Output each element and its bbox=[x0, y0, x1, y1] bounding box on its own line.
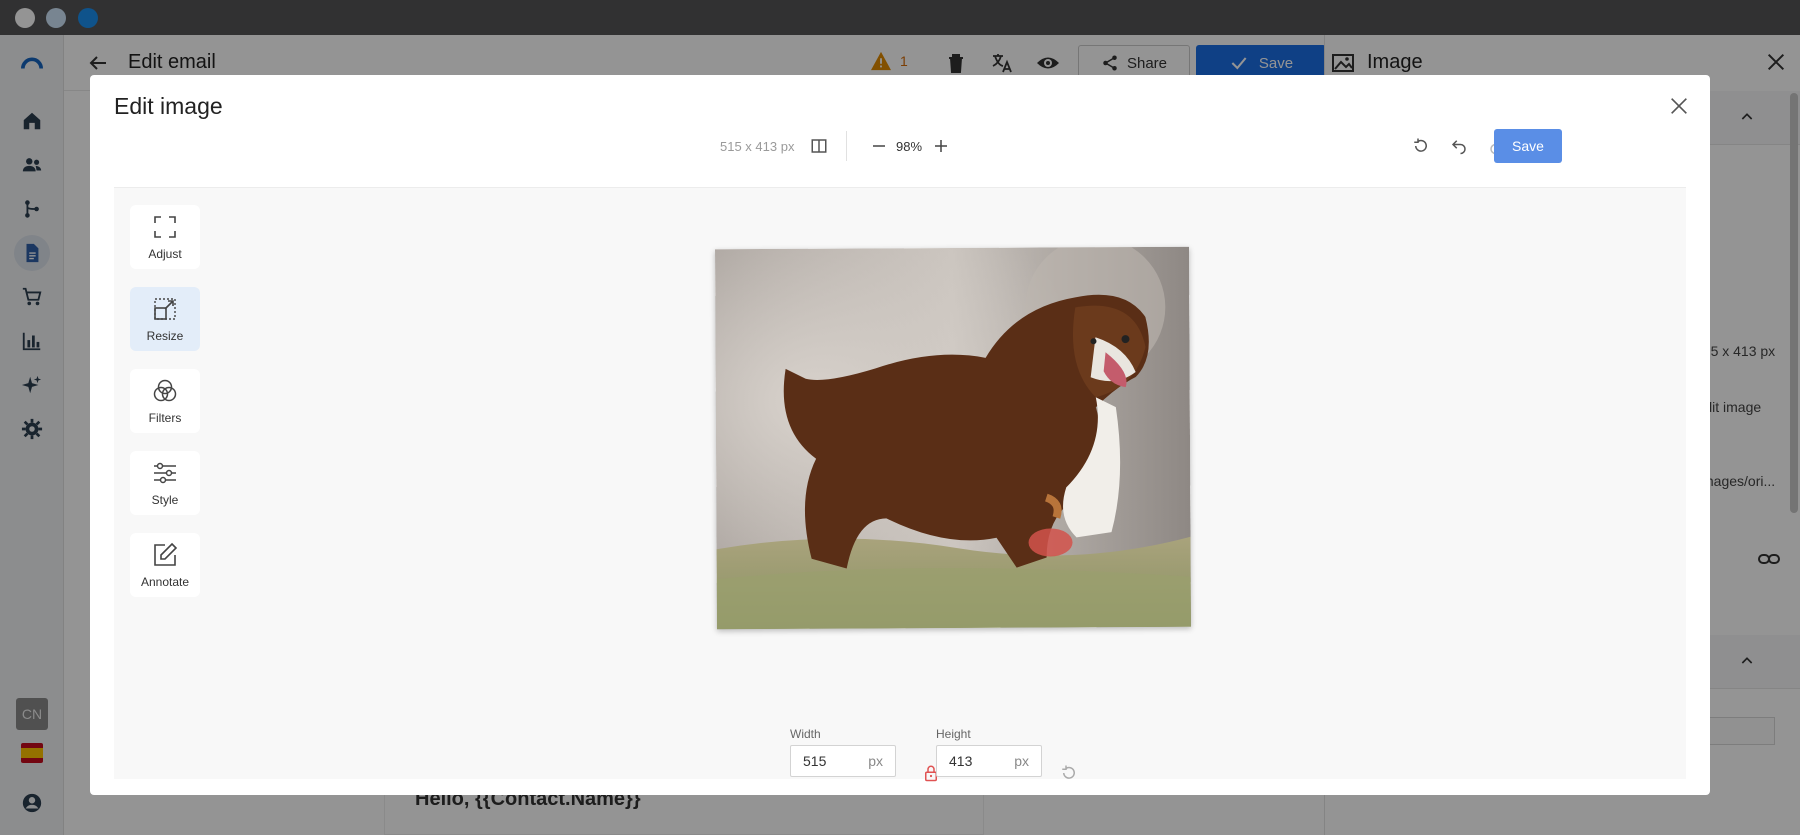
zoom-level: 98% bbox=[896, 139, 923, 154]
height-label: Height bbox=[936, 727, 971, 741]
modal-title: Edit image bbox=[114, 93, 223, 119]
zoom-out-icon[interactable] bbox=[870, 137, 888, 155]
reset-size-icon[interactable] bbox=[1060, 764, 1078, 782]
image-dimensions: 515 x 413 px bbox=[720, 139, 795, 154]
width-label: Width bbox=[790, 727, 821, 741]
image-workarea: Adjust Resize Filters Style Annotate Wid… bbox=[114, 187, 1686, 782]
width-field-group: Width 515 px bbox=[790, 727, 896, 777]
filters-icon bbox=[153, 379, 177, 402]
zoom-in-icon[interactable] bbox=[932, 137, 950, 155]
reset-icon[interactable] bbox=[1412, 137, 1430, 155]
height-input[interactable]: 413 px bbox=[936, 745, 1042, 777]
puppy-photo[interactable] bbox=[715, 246, 1191, 630]
undo-icon[interactable] bbox=[1450, 137, 1468, 155]
tool-label: Resize bbox=[146, 329, 184, 343]
style-icon bbox=[154, 462, 176, 484]
height-field-group: Height 413 px bbox=[936, 727, 1042, 777]
image-toolbar: 515 x 413 px 98% Save bbox=[114, 127, 1686, 167]
tool-style[interactable]: Style bbox=[130, 451, 200, 515]
width-unit: px bbox=[868, 753, 883, 769]
height-unit: px bbox=[1014, 753, 1029, 769]
save-image-button[interactable]: Save bbox=[1494, 129, 1562, 163]
width-input[interactable]: 515 px bbox=[790, 745, 896, 777]
tool-resize[interactable]: Resize bbox=[130, 287, 200, 351]
edit-image-modal: Edit image 515 x 413 px 98% Save Adjust … bbox=[90, 75, 1710, 795]
resize-icon bbox=[154, 298, 176, 320]
toolbar-divider bbox=[846, 131, 847, 161]
tool-label: Style bbox=[151, 493, 179, 507]
tool-label: Adjust bbox=[148, 247, 182, 261]
tool-label: Filters bbox=[148, 411, 182, 425]
annotate-icon bbox=[154, 542, 178, 566]
height-value: 413 bbox=[949, 753, 973, 769]
tool-filters[interactable]: Filters bbox=[130, 369, 200, 433]
adjust-icon bbox=[154, 216, 176, 238]
tool-label: Annotate bbox=[140, 575, 190, 589]
compare-split-icon[interactable] bbox=[810, 137, 828, 155]
close-icon[interactable] bbox=[1668, 95, 1690, 117]
tool-annotate[interactable]: Annotate bbox=[130, 533, 200, 597]
tool-adjust[interactable]: Adjust bbox=[130, 205, 200, 269]
width-value: 515 bbox=[803, 753, 827, 769]
